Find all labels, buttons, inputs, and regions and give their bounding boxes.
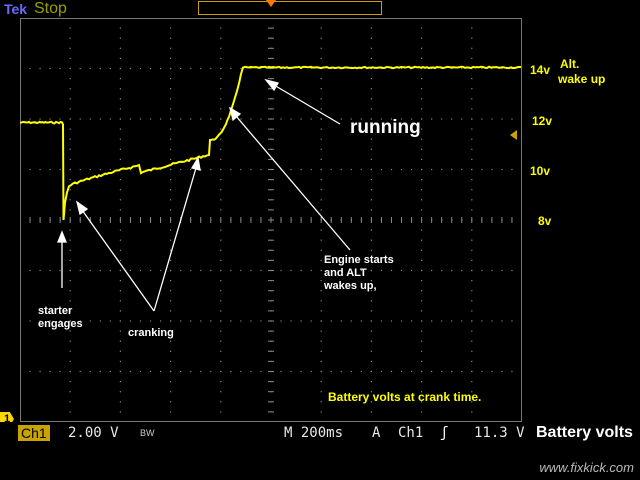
bandwidth-limit-badge: BW (140, 428, 155, 438)
trigger-position-marker-icon (266, 0, 276, 7)
trigger-level: 11.3 V (474, 425, 525, 441)
arrow-cranking-right (153, 167, 197, 312)
annotation-line: Engine starts (324, 254, 394, 266)
alt-label: Alt. (560, 57, 580, 71)
annotation-engine-starts: Engine starts and ALT wakes up, (324, 254, 394, 293)
scale-label-12v: 12v (532, 114, 553, 128)
annotation-arrows (57, 78, 351, 312)
trace-title: Battery volts (536, 424, 633, 441)
channel-label[interactable]: Ch1 (18, 425, 50, 441)
record-length-indicator (198, 1, 382, 15)
annotation-line: starter (38, 305, 73, 317)
scope-screen (20, 18, 522, 422)
trigger-level-marker-icon (510, 130, 517, 140)
annotation-starter-engages: starter engages (38, 305, 83, 331)
annotation-cranking: cranking (128, 327, 174, 339)
status-bar: Tek Stop (0, 0, 640, 18)
volts-per-div: 2.00 V (68, 425, 119, 441)
brand-logo: Tek (4, 1, 28, 17)
timebase: M 200ms (284, 425, 344, 441)
annotation-running: running (350, 117, 421, 138)
arrow-cranking-left (81, 209, 155, 312)
scale-label-8v: 8v (538, 214, 552, 228)
annotation-line: engages (38, 318, 83, 330)
acquisition-status[interactable]: Stop (34, 0, 67, 18)
scale-label-14v: 14v (530, 63, 551, 77)
arrow-running (273, 84, 341, 125)
trigger-mode: A (372, 425, 381, 441)
watermark: www.fixkick.com (539, 460, 634, 475)
wake-up-label: wake up (558, 72, 606, 86)
trigger-channel: Ch1 (398, 425, 424, 441)
voltage-trace (20, 65, 522, 221)
annotation-line: and ALT (324, 267, 367, 279)
trigger-slope-icon: ʃ (440, 425, 449, 441)
annotation-line: wakes up, (324, 280, 377, 292)
arrow-engine-starts (235, 115, 351, 251)
scale-label-10v: 10v (530, 164, 551, 178)
caption: Battery volts at crank time. (328, 390, 482, 404)
readout-bar: Ch1 2.00 V BW M 200ms A Ch1 ʃ 11.3 V Bat… (0, 422, 640, 480)
graticule (20, 18, 522, 422)
